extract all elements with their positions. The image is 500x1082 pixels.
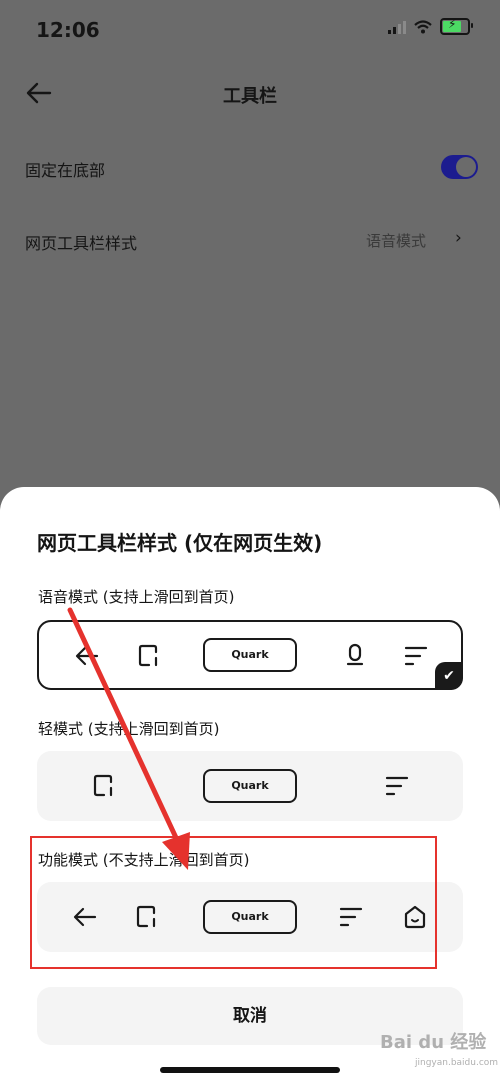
home-indicator xyxy=(160,1067,340,1073)
toolbar-style-label[interactable]: 网页工具栏样式 xyxy=(25,230,137,254)
checkmark-icon: ✔ xyxy=(435,662,463,690)
signal-icon xyxy=(388,20,406,34)
sheet-title: 网页工具栏样式 (仅在网页生效) xyxy=(37,531,323,555)
option-voice-toolbar[interactable]: Quark ✔ xyxy=(37,620,463,690)
toolbar-style-value[interactable]: 语音模式 xyxy=(366,230,426,251)
tabs-icon xyxy=(138,644,158,667)
back-arrow-icon xyxy=(75,646,99,666)
baidu-watermark: Bai du 经验 xyxy=(380,1032,487,1053)
menu-icon xyxy=(385,776,409,796)
baidu-watermark-url: jingyan.baidu.com xyxy=(415,1058,499,1068)
annotation-highlight-box xyxy=(30,836,437,969)
pin-bottom-label: 固定在底部 xyxy=(25,161,106,180)
status-time: 12:06 xyxy=(36,18,100,42)
quark-search-bar: Quark xyxy=(203,769,297,803)
wifi-icon xyxy=(414,19,432,33)
option-light-toolbar[interactable]: Quark xyxy=(37,751,463,821)
option-light-label: 轻模式 (支持上滑回到首页) xyxy=(38,720,220,738)
page-title: 工具栏 xyxy=(223,86,277,107)
quark-search-bar: Quark xyxy=(203,638,297,672)
tabs-icon xyxy=(93,774,113,797)
option-voice-label: 语音模式 (支持上滑回到首页) xyxy=(38,588,235,606)
microphone-icon xyxy=(346,643,364,666)
status-bar: 12:06 ⚡ xyxy=(0,0,500,60)
status-icons: ⚡ xyxy=(388,17,473,35)
battery-icon: ⚡ xyxy=(440,17,473,35)
pin-bottom-toggle[interactable] xyxy=(441,155,478,179)
menu-icon xyxy=(404,646,428,666)
chevron-right-icon[interactable]: › xyxy=(455,228,462,248)
